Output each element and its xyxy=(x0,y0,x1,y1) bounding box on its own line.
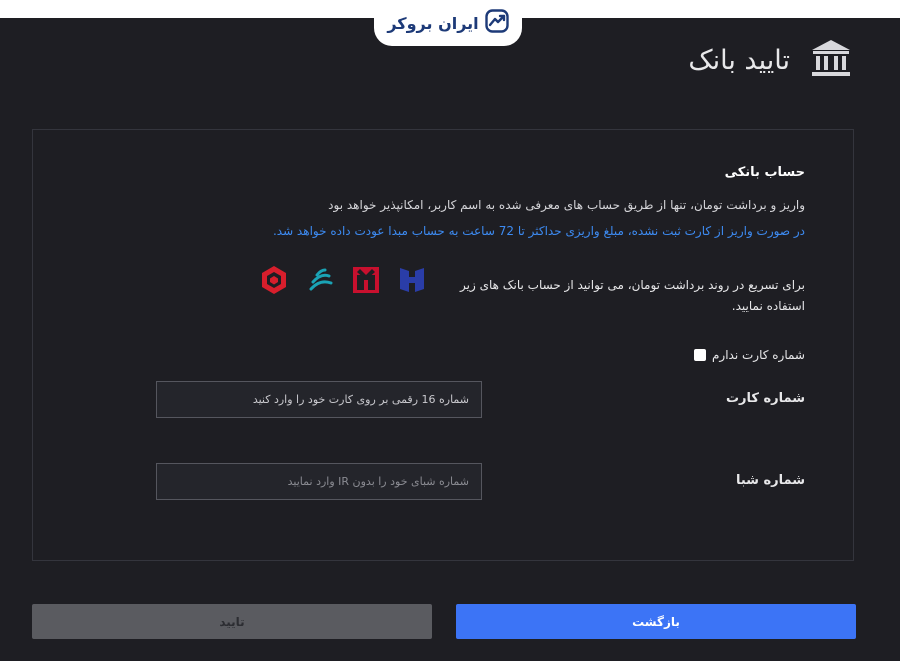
back-button[interactable]: بازگشت xyxy=(456,604,856,639)
sheba-number-input[interactable]: شماره شبای خود را بدون IR وارد نمایید xyxy=(156,463,482,500)
brand-chart-icon xyxy=(484,9,509,37)
page-title: تایید بانک xyxy=(688,44,790,76)
brand-name: ایران بروکر xyxy=(387,13,479,33)
refah-bank-logo xyxy=(305,265,335,295)
bank-icon xyxy=(810,38,852,82)
bank-logos xyxy=(259,265,427,295)
brand-logo[interactable]: ایران بروکر xyxy=(374,0,522,46)
no-card-option[interactable]: شماره کارت ندارم xyxy=(693,348,805,362)
saderat-bank-logo xyxy=(397,265,427,295)
page-header: تایید بانک xyxy=(688,38,852,82)
fast-withdraw-text: برای تسریع در روند برداشت تومان، می توان… xyxy=(460,278,805,313)
no-card-label: شماره کارت ندارم xyxy=(711,348,805,362)
mellat-bank-logo xyxy=(351,265,381,295)
card-number-input[interactable]: شماره 16 رقمی بر روی کارت خود را وارد کن… xyxy=(156,381,482,418)
pasargad-bank-logo xyxy=(259,265,289,295)
confirm-button[interactable]: تایید xyxy=(32,604,432,639)
no-card-checkbox[interactable] xyxy=(693,349,706,361)
account-description: واریز و برداشت تومان، تنها از طریق حساب … xyxy=(328,198,805,212)
bank-account-panel: حساب بانکی واریز و برداشت تومان، تنها از… xyxy=(32,129,854,561)
sheba-number-label: شماره شبا xyxy=(735,473,805,488)
refund-note: در صورت واریز از کارت ثبت نشده، مبلغ وار… xyxy=(272,224,805,238)
card-number-label: شماره کارت xyxy=(725,391,805,406)
section-title: حساب بانکی xyxy=(724,165,805,180)
